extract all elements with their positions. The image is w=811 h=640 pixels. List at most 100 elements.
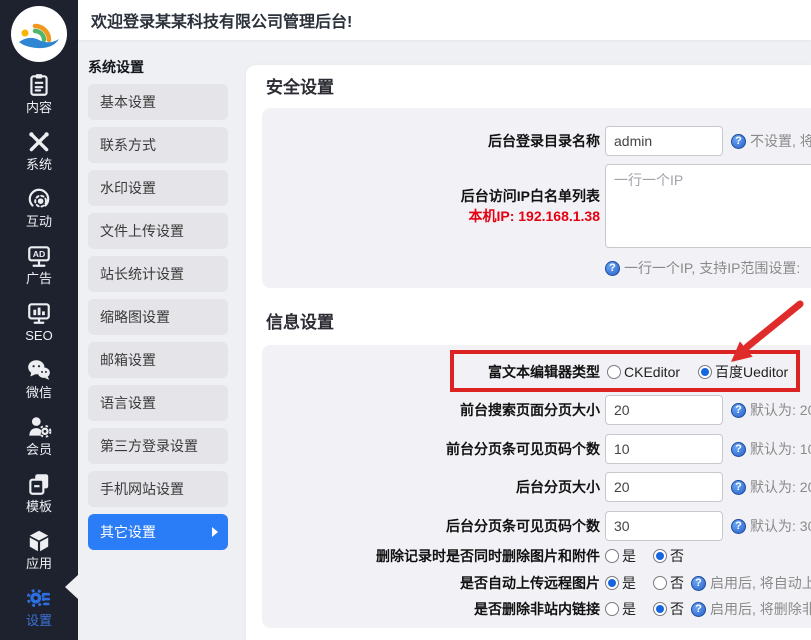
ad-board-icon: AD [26,243,52,269]
radio-option-no[interactable]: 否 [653,546,684,566]
help-icon: ? [731,403,746,418]
rail-label: 系统 [26,157,52,172]
admin-pager-count-input[interactable] [605,511,723,541]
wechat-icon [26,357,52,383]
radio-option-yes[interactable]: 是 [605,546,636,566]
rail-item-interaction[interactable]: 互动 [0,186,78,229]
admin-pagesize-input[interactable] [605,472,723,502]
form-row-auto-upload-remote: 是否自动上传远程图片 是 否 ? 启用后, 将自动上 [262,572,811,594]
submenu-item-email[interactable]: 邮箱设置 [88,342,228,378]
help-icon: ? [691,602,706,617]
rail-label: 互动 [26,214,52,229]
help-text: ? 默认为: 10条, [731,439,811,459]
submenu-item-thirdparty[interactable]: 第三方登录设置 [88,428,228,464]
submenu-item-stats[interactable]: 站长统计设置 [88,256,228,292]
help-icon: ? [731,480,746,495]
submenu-item-watermark[interactable]: 水印设置 [88,170,228,206]
radio-option-yes[interactable]: 是 [605,573,636,593]
rail-label: SEO [25,328,52,343]
form-row-ip-help: ? 一行一个IP, 支持IP范围设置: [262,258,811,278]
field-label: 后台分页条可见页码个数 [262,516,600,536]
ip-whitelist-textarea[interactable] [605,164,811,248]
topbar: 欢迎登录某某科技有限公司管理后台! [78,0,811,40]
login-dir-input[interactable] [605,126,723,156]
section-heading-security: 安全设置 [266,73,334,98]
rail-item-apps[interactable]: 应用 [0,528,78,571]
local-ip-value: 本机IP: 192.168.1.38 [262,206,600,226]
help-text: ? 默认为: 30条, [731,516,811,536]
radio-option-ckeditor[interactable]: CKEditor [607,364,680,380]
submenu-item-mobile[interactable]: 手机网站设置 [88,471,228,507]
radio-icon[interactable] [605,549,619,563]
radio-icon[interactable] [653,549,667,563]
radio-icon[interactable] [607,365,621,379]
form-row-login-dir: 后台登录目录名称 ? 不设置, 将 [262,126,811,156]
form-row-remove-external-links: 是否删除非站内链接 是 否 ? 启用后, 将删除非 [262,598,811,620]
logo-icon [11,6,67,62]
radio-icon[interactable] [605,576,619,590]
help-icon: ? [731,519,746,534]
submenu-item-contact[interactable]: 联系方式 [88,127,228,163]
form-row-ip-whitelist: 后台访问IP白名单列表 本机IP: 192.168.1.38 [262,164,811,248]
section-heading-info: 信息设置 [266,308,334,333]
field-label: 删除记录时是否同时删除图片和附件 [262,546,600,566]
icon-rail: 内容 系统 互动 AD 广告 [0,0,78,640]
front-search-pagesize-input[interactable] [605,395,723,425]
info-panel: 富文本编辑器类型 CKEditor 百度Ueditor 前台搜索页面分页大小 ?… [262,345,811,628]
rail-item-members[interactable]: 会员 [0,414,78,457]
help-icon: ? [731,134,746,149]
content-card: 安全设置 后台登录目录名称 ? 不设置, 将 后台访问IP白名单列表 本机IP:… [246,65,811,640]
field-label: 后台登录目录名称 [262,131,600,151]
submenu-item-language[interactable]: 语言设置 [88,385,228,421]
field-label: 是否自动上传远程图片 [262,573,600,593]
submenu-item-other[interactable]: 其它设置 [88,514,228,550]
rail-item-wechat[interactable]: 微信 [0,357,78,400]
chevron-right-icon [212,527,218,537]
field-label: 后台分页大小 [262,477,600,497]
radio-option-yes[interactable]: 是 [605,599,636,619]
svg-text:AD: AD [33,249,46,259]
form-row-admin-pagesize: 后台分页大小 ? 默认为: 20条, [262,472,811,502]
submenu-pointer-wedge [65,575,78,599]
field-label: 富文本编辑器类型 [262,362,600,382]
form-row-front-search-pagesize: 前台搜索页面分页大小 ? 默认为: 20条, [262,395,811,425]
help-icon: ? [691,576,706,591]
rail-item-content[interactable]: 内容 [0,72,78,115]
submenu: 基本设置 联系方式 水印设置 文件上传设置 站长统计设置 缩略图设置 邮箱设置 … [88,84,228,550]
rail-item-system[interactable]: 系统 [0,129,78,172]
radio-option-no[interactable]: 否 [653,599,684,619]
radio-icon[interactable] [653,576,667,590]
rail-label: 应用 [26,556,52,571]
rail-label: 模板 [26,499,52,514]
field-label: 前台分页条可见页码个数 [262,439,600,459]
chart-monitor-icon [26,300,52,326]
admin-settings-page: { "glyphs": {"help": "?"}, "header": {"t… [0,0,811,640]
app-logo[interactable] [11,6,67,62]
radio-icon[interactable] [653,602,667,616]
submenu-item-upload[interactable]: 文件上传设置 [88,213,228,249]
rail-label: 内容 [26,100,52,115]
help-text: ? 默认为: 20条, [731,400,811,420]
form-row-front-pager-count: 前台分页条可见页码个数 ? 默认为: 10条, [262,434,811,464]
help-text: ? 默认为: 20条, [731,477,811,497]
radio-icon[interactable] [698,365,712,379]
clipboard-icon [26,72,52,98]
page-title: 欢迎登录某某科技有限公司管理后台! [91,8,352,32]
rail-label: 微信 [26,385,52,400]
submenu-item-thumbnail[interactable]: 缩略图设置 [88,299,228,335]
rail-item-seo[interactable]: SEO [0,300,78,343]
front-pager-count-input[interactable] [605,434,723,464]
rail-item-ads[interactable]: AD 广告 [0,243,78,286]
radio-icon[interactable] [605,602,619,616]
rail-label: 会员 [26,442,52,457]
gear-list-icon [26,585,52,611]
field-label: 后台访问IP白名单列表 本机IP: 192.168.1.38 [262,164,600,227]
security-panel: 后台登录目录名称 ? 不设置, 将 后台访问IP白名单列表 本机IP: 192.… [262,108,811,288]
help-icon: ? [605,261,620,276]
cube-icon [26,528,52,554]
rail-item-templates[interactable]: 模板 [0,471,78,514]
radio-option-no[interactable]: 否 [653,573,684,593]
radio-option-ueditor[interactable]: 百度Ueditor [698,362,788,382]
submenu-item-basic[interactable]: 基本设置 [88,84,228,120]
user-gear-icon [26,414,52,440]
